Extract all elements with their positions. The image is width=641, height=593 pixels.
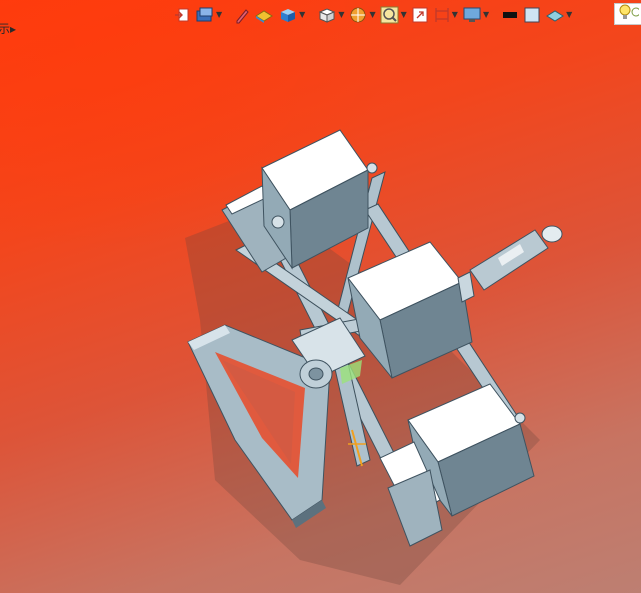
tb-lighting[interactable] — [614, 3, 641, 25]
display-style-icon — [195, 6, 215, 24]
render-sphere-icon — [348, 6, 368, 24]
view-orientation-icon — [173, 6, 191, 24]
tb-dimension[interactable]: ▼ — [432, 4, 459, 26]
tb-display-style[interactable]: ▼ — [194, 4, 223, 26]
tb-render[interactable]: ▼ — [347, 4, 376, 26]
zoom-fit-icon — [411, 6, 429, 24]
appearance-icon — [545, 6, 565, 24]
sketch-pencil-icon — [234, 6, 250, 24]
edge-color-black-icon — [501, 6, 519, 24]
view-cube-icon — [317, 6, 337, 24]
assembly-model[interactable] — [0, 0, 641, 593]
tb-appearance[interactable]: ▼ — [544, 4, 573, 26]
tb-zoom-fit[interactable] — [410, 4, 430, 26]
tb-edge-color[interactable] — [500, 4, 520, 26]
pipe-handle — [469, 225, 563, 291]
face-color-icon — [523, 6, 541, 24]
dimension-icon — [433, 6, 451, 24]
shaded-cube-icon — [278, 6, 298, 24]
heads-up-view-toolbar: ▼ ▼ ▼ ▼ ▼ ▼ ▼ ▼ — [172, 3, 573, 27]
monitor-settings-icon — [462, 6, 482, 24]
section-view-icon — [254, 6, 274, 24]
lightbulb-icon — [617, 3, 641, 25]
tb-face-color[interactable] — [522, 4, 542, 26]
zoom-search-icon — [380, 6, 400, 24]
tb-view-orientation[interactable] — [172, 4, 192, 26]
tb-shaded[interactable]: ▼ — [277, 4, 306, 26]
tb-monitor[interactable]: ▼ — [461, 4, 490, 26]
cad-viewport[interactable]: 示▸ ▼ ▼ ▼ ▼ ▼ ▼ ▼ ▼ — [0, 0, 641, 593]
tb-sketch[interactable] — [233, 4, 251, 26]
tb-zoom[interactable]: ▼ — [379, 4, 408, 26]
tb-view-cube[interactable]: ▼ — [316, 4, 345, 26]
tb-section-view[interactable] — [253, 4, 275, 26]
